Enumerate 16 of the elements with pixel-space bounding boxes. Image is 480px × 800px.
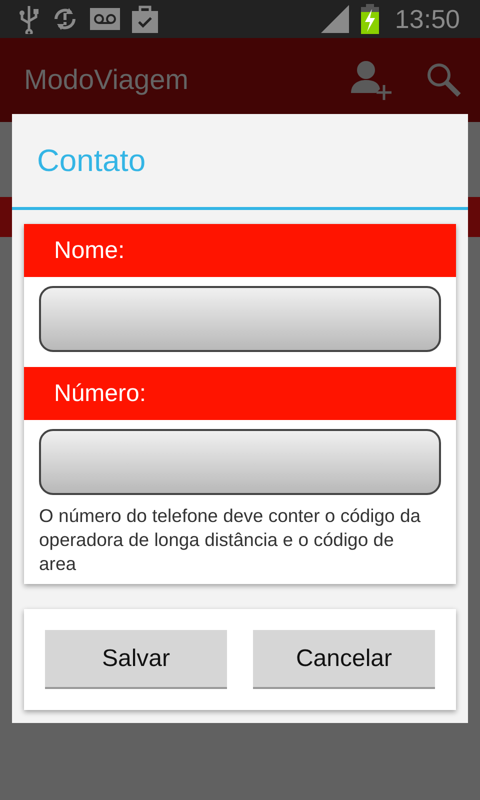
app-title: ModoViagem xyxy=(24,64,190,96)
status-time: 13:50 xyxy=(394,4,460,34)
hint-text: O número do telefone deve conter o código da operadora de longa distância e o código de area xyxy=(38,504,422,576)
battery-charging-icon xyxy=(360,4,379,34)
voicemail-icon xyxy=(90,8,120,30)
sync-alert-icon xyxy=(52,6,78,32)
usb-icon xyxy=(18,4,40,34)
input-field[interactable] xyxy=(39,286,441,352)
briefcase-check-icon xyxy=(132,5,158,33)
signal-icon xyxy=(320,5,349,33)
dialog-button[interactable]: Salvar xyxy=(45,630,227,689)
input-field[interactable] xyxy=(39,429,441,495)
dialog-button[interactable]: Cancelar xyxy=(253,630,435,689)
dialog-title: Contato xyxy=(12,114,468,210)
field-label: Número: xyxy=(24,367,456,420)
field-label: Nome: xyxy=(24,224,456,277)
